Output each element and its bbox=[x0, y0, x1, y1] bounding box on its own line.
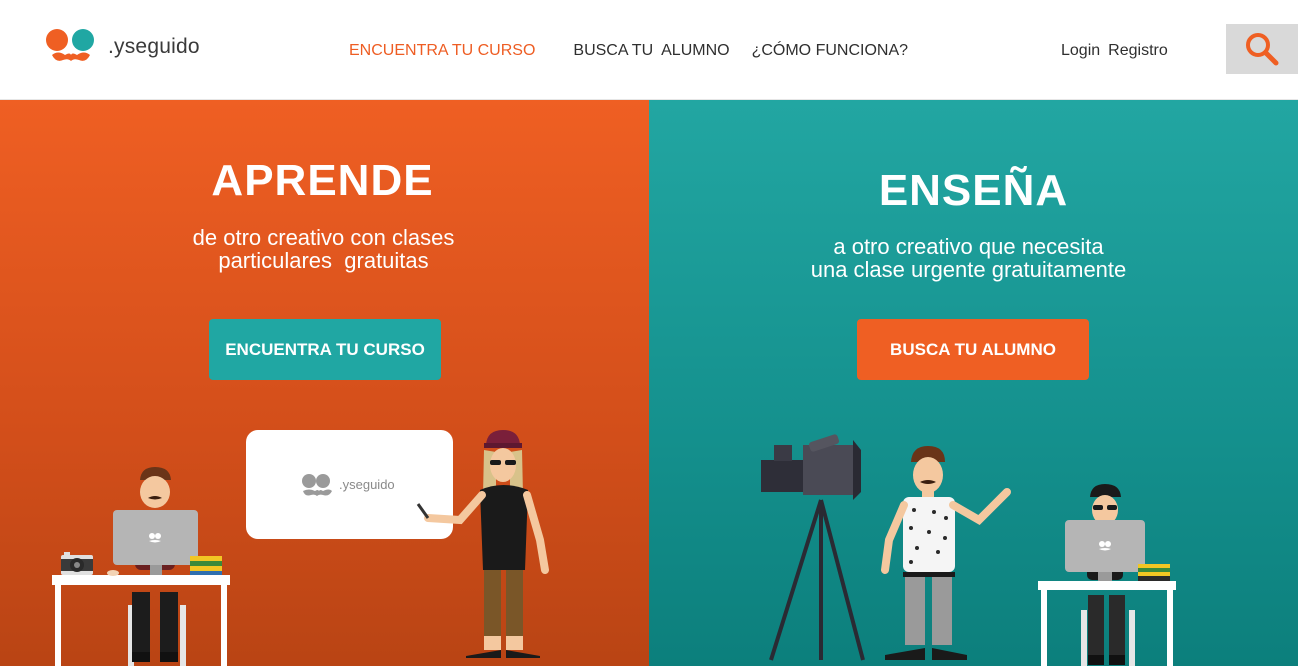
desk bbox=[1038, 581, 1176, 666]
site-header: .yseguido ENCUENTRA TU CURSO BUSCA TU AL… bbox=[0, 0, 1298, 100]
auth-links: Login Registro bbox=[1061, 42, 1168, 60]
laptop-icon bbox=[1065, 520, 1145, 581]
logo-icon bbox=[46, 29, 94, 61]
nav-how-it-works[interactable]: ¿CÓMO FUNCIONA? bbox=[752, 42, 908, 60]
teaching-man-figure bbox=[881, 446, 1011, 660]
screen-logo-text: .yseguido bbox=[339, 477, 395, 492]
main-nav: ENCUENTRA TU CURSO BUSCA TU ALUMNO ¿CÓMO… bbox=[349, 42, 908, 60]
laptop-icon bbox=[113, 510, 198, 575]
camera-icon bbox=[61, 552, 93, 575]
teach-panel: ENSEÑA a otro creativo que necesita una … bbox=[649, 100, 1298, 666]
search-button[interactable] bbox=[1226, 24, 1298, 74]
nav-find-student[interactable]: BUSCA TU ALUMNO bbox=[573, 42, 729, 60]
nav-find-course[interactable]: ENCUENTRA TU CURSO bbox=[349, 42, 535, 60]
logo-text: .yseguido bbox=[108, 35, 200, 58]
video-camera-icon bbox=[761, 434, 865, 661]
search-icon bbox=[1246, 33, 1279, 66]
register-link[interactable]: Registro bbox=[1108, 42, 1168, 60]
learn-panel: APRENDE de otro creativo con clases part… bbox=[0, 100, 649, 666]
logo[interactable]: .yseguido bbox=[46, 28, 200, 66]
presentation-screen: .yseguido bbox=[246, 430, 453, 539]
teach-illustration bbox=[761, 434, 1176, 666]
login-link[interactable]: Login bbox=[1061, 42, 1100, 60]
learn-illustration: .yseguido bbox=[52, 430, 549, 666]
